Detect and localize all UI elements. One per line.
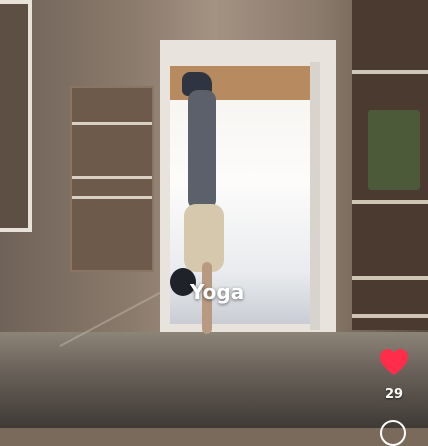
hanging-towel (368, 110, 420, 190)
like-button[interactable] (376, 346, 412, 378)
heart-icon (380, 349, 408, 375)
wall-cabinet (70, 86, 154, 272)
video-frame[interactable] (0, 0, 428, 428)
door-mullion (310, 62, 320, 330)
like-count: 29 (384, 387, 404, 402)
floor (0, 332, 428, 428)
hashtag-label[interactable]: Yoga (190, 280, 244, 304)
comment-icon[interactable] (380, 420, 406, 446)
left-shelf (0, 0, 32, 232)
